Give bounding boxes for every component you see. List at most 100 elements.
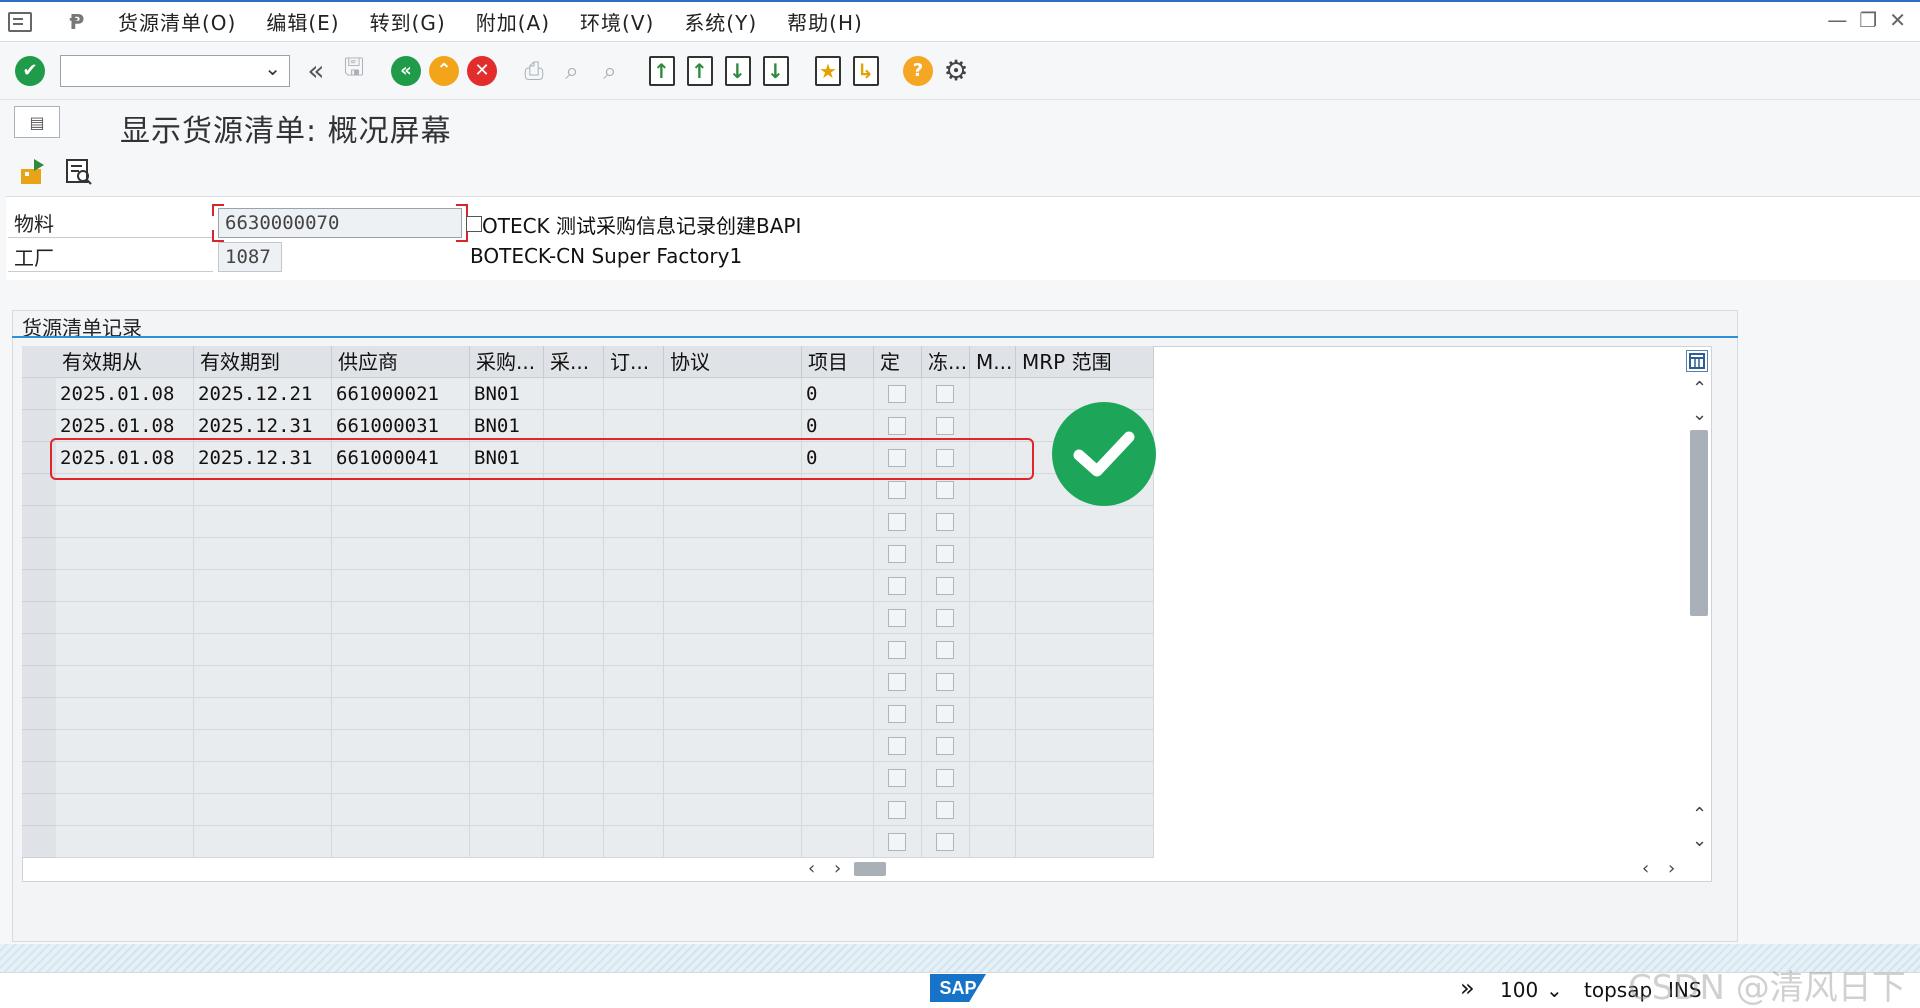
empty-cell[interactable] (970, 538, 1016, 570)
help-button[interactable]: ? (902, 55, 934, 87)
first-page-button[interactable]: ↑ (646, 55, 678, 87)
next-page-button[interactable]: ↓ (722, 55, 754, 87)
empty-cell[interactable] (332, 762, 470, 794)
empty-cell[interactable] (970, 762, 1016, 794)
empty-cell[interactable] (802, 826, 874, 858)
empty-cell[interactable] (544, 538, 604, 570)
empty-cell[interactable] (802, 730, 874, 762)
settings-gear-icon[interactable]: ⚙ (940, 54, 972, 87)
table-settings-icon[interactable] (1686, 350, 1708, 372)
row-selector[interactable] (22, 666, 56, 698)
empty-cell[interactable] (1016, 666, 1154, 698)
fixed-checkbox[interactable] (888, 737, 906, 755)
fixed-checkbox[interactable] (888, 545, 906, 563)
column-header[interactable]: 采... (544, 346, 604, 378)
empty-cell[interactable] (194, 538, 332, 570)
scroll-left-icon[interactable]: ‹ (808, 860, 815, 878)
empty-cell[interactable] (802, 666, 874, 698)
empty-cell[interactable] (470, 762, 544, 794)
column-header[interactable]: 订... (604, 346, 664, 378)
blocked-checkbox[interactable] (936, 417, 954, 435)
scroll-up-icon[interactable]: ⌃ (1692, 380, 1707, 398)
enter-button[interactable]: ✔ (14, 55, 46, 87)
empty-cell[interactable] (664, 506, 802, 538)
empty-cell[interactable] (664, 634, 802, 666)
empty-cell[interactable] (544, 666, 604, 698)
empty-cell[interactable] (604, 506, 664, 538)
double-left-icon[interactable]: « (300, 54, 332, 87)
row-selector[interactable] (22, 794, 56, 826)
other-view-icon[interactable] (62, 156, 96, 188)
menu-edit[interactable]: 编辑(E) (266, 7, 339, 36)
empty-cell[interactable] (332, 506, 470, 538)
scroll-far-left-icon[interactable]: ‹ (1642, 860, 1649, 878)
empty-cell[interactable] (544, 730, 604, 762)
scroll-right-icon[interactable]: › (834, 860, 841, 878)
blocked-checkbox[interactable] (936, 737, 954, 755)
empty-cell[interactable] (194, 634, 332, 666)
column-header[interactable]: 协议 (664, 346, 802, 378)
scroll-far-right-icon[interactable]: › (1668, 860, 1675, 878)
empty-cell[interactable] (194, 698, 332, 730)
row-selector[interactable] (22, 506, 56, 538)
empty-cell[interactable] (604, 730, 664, 762)
empty-cell[interactable] (970, 602, 1016, 634)
empty-cell[interactable] (802, 570, 874, 602)
menu-extras[interactable]: 附加(A) (476, 7, 550, 36)
table-cell[interactable] (604, 378, 664, 410)
empty-cell[interactable] (970, 826, 1016, 858)
blocked-checkbox[interactable] (936, 705, 954, 723)
fixed-checkbox[interactable] (888, 481, 906, 499)
menu-environment[interactable]: 环境(V) (580, 7, 654, 36)
fixed-checkbox[interactable] (888, 673, 906, 691)
back-button[interactable]: « (390, 55, 422, 87)
empty-cell[interactable] (664, 666, 802, 698)
table-cell[interactable]: BN01 (470, 378, 544, 410)
table-cell[interactable]: 2025.01.08 (56, 378, 194, 410)
menu-system[interactable]: 系统(Y) (684, 7, 757, 36)
row-selector[interactable] (22, 410, 56, 442)
blocked-checkbox[interactable] (936, 609, 954, 627)
empty-cell[interactable] (470, 794, 544, 826)
row-selector[interactable] (22, 538, 56, 570)
empty-cell[interactable] (970, 698, 1016, 730)
empty-cell[interactable] (604, 634, 664, 666)
scroll-page-down-icon[interactable]: ⌄ (1692, 406, 1707, 424)
empty-cell[interactable] (470, 602, 544, 634)
row-selector[interactable] (22, 698, 56, 730)
empty-cell[interactable] (664, 698, 802, 730)
previous-page-button[interactable]: ↑ (684, 55, 716, 87)
empty-cell[interactable] (802, 794, 874, 826)
column-header[interactable]: 有效期从 (56, 346, 194, 378)
empty-cell[interactable] (604, 570, 664, 602)
empty-cell[interactable] (544, 634, 604, 666)
fixed-checkbox[interactable] (888, 801, 906, 819)
empty-cell[interactable] (332, 794, 470, 826)
empty-cell[interactable] (56, 602, 194, 634)
blocked-checkbox[interactable] (936, 769, 954, 787)
empty-cell[interactable] (802, 634, 874, 666)
empty-cell[interactable] (604, 794, 664, 826)
empty-cell[interactable] (1016, 794, 1154, 826)
fixed-checkbox[interactable] (888, 385, 906, 403)
empty-cell[interactable] (544, 570, 604, 602)
empty-cell[interactable] (194, 570, 332, 602)
blocked-checkbox[interactable] (936, 513, 954, 531)
empty-cell[interactable] (970, 570, 1016, 602)
empty-cell[interactable] (470, 698, 544, 730)
empty-cell[interactable] (970, 666, 1016, 698)
empty-cell[interactable] (544, 794, 604, 826)
row-selector[interactable] (22, 602, 56, 634)
empty-cell[interactable] (332, 698, 470, 730)
empty-cell[interactable] (1016, 570, 1154, 602)
empty-cell[interactable] (470, 570, 544, 602)
empty-cell[interactable] (470, 538, 544, 570)
empty-cell[interactable] (332, 666, 470, 698)
empty-cell[interactable] (332, 826, 470, 858)
empty-cell[interactable] (470, 506, 544, 538)
table-cell[interactable]: 0 (802, 378, 874, 410)
column-header[interactable]: 供应商 (332, 346, 470, 378)
empty-cell[interactable] (332, 634, 470, 666)
fixed-checkbox[interactable] (888, 769, 906, 787)
table-cell[interactable]: 2025.12.21 (194, 378, 332, 410)
